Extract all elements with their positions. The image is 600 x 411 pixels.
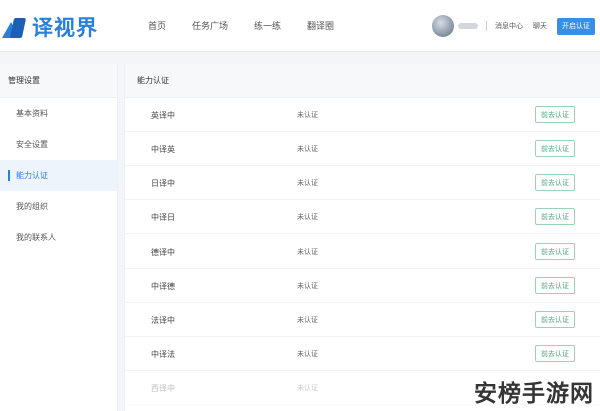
nav-item-task-square[interactable]: 任务广场 [192, 19, 228, 32]
status-text: 未认证 [297, 350, 318, 358]
message-center-link[interactable]: 消息中心 [495, 21, 523, 31]
user-area: 消息中心 聊天 开启认证 [432, 14, 595, 38]
language-pair: 中译日 [151, 213, 175, 222]
sidebar-item-label: 安全设置 [16, 140, 48, 149]
go-certify-button[interactable]: 前去认证 [535, 208, 575, 225]
chat-link[interactable]: 聊天 [533, 21, 547, 31]
nav-item-home[interactable]: 首页 [148, 19, 166, 32]
language-pair: 日译中 [151, 179, 175, 188]
sidebar-item-certification[interactable]: 能力认证 [0, 160, 117, 191]
status-text: 未认证 [297, 316, 318, 324]
table-row: 德译中 未认证 前去认证 [125, 235, 600, 269]
table-row: 法译中 未认证 前去认证 [125, 303, 600, 337]
sidebar-item-label: 基本资料 [16, 109, 48, 118]
language-pair: 德译中 [151, 248, 175, 257]
table-row: 日译中 未认证 前去认证 [125, 166, 600, 200]
sidebar-item-contacts[interactable]: 我的联系人 [0, 222, 117, 253]
sidebar-item-organization[interactable]: 我的组织 [0, 191, 117, 222]
status-text: 未认证 [297, 111, 318, 119]
main-nav: 首页 任务广场 练一练 翻译圈 [148, 19, 360, 32]
username-blurred [458, 23, 478, 29]
status-text: 未认证 [297, 145, 318, 153]
status-text: 未认证 [297, 248, 318, 256]
language-pair: 中译英 [151, 145, 175, 154]
go-certify-button[interactable]: 前去认证 [535, 345, 575, 362]
language-pair: 法译中 [151, 316, 175, 325]
nav-item-practice[interactable]: 练一练 [254, 19, 281, 32]
open-certification-button[interactable]: 开启认证 [557, 17, 595, 35]
logo-text: 译视界 [32, 16, 98, 40]
table-row: 中译日 未认证 前去认证 [125, 200, 600, 234]
go-certify-button[interactable]: 前去认证 [535, 277, 575, 294]
nav-item-translation-circle[interactable]: 翻译圈 [307, 19, 334, 32]
go-certify-button[interactable]: 前去认证 [535, 106, 575, 123]
sidebar-item-label: 我的组织 [16, 202, 48, 211]
logo[interactable]: 译视界 [2, 12, 98, 42]
top-bar: 译视界 首页 任务广场 练一练 翻译圈 消息中心 聊天 开启认证 [0, 0, 600, 52]
go-certify-button[interactable]: 前去认证 [535, 243, 575, 260]
table-row: 英译中 未认证 前去认证 [125, 98, 600, 132]
sidebar-item-label: 能力认证 [16, 171, 48, 180]
panel-title: 能力认证 [125, 64, 600, 98]
language-pair: 西译中 [151, 384, 175, 393]
status-text: 未认证 [297, 384, 318, 392]
go-certify-button[interactable]: 前去认证 [535, 174, 575, 191]
status-text: 未认证 [297, 179, 318, 187]
watermark: 安榜手游网 [474, 381, 594, 407]
status-text: 未认证 [297, 213, 318, 221]
table-row: 中译英 未认证 前去认证 [125, 132, 600, 166]
table-row: 中译法 未认证 前去认证 [125, 337, 600, 371]
sidebar-item-label: 我的联系人 [16, 233, 56, 242]
active-indicator [8, 170, 10, 181]
main-panel: 能力认证 英译中 未认证 前去认证 中译英 未认证 前去认证 日译中 未认证 前… [124, 64, 600, 411]
go-certify-button[interactable]: 前去认证 [535, 311, 575, 328]
status-text: 未认证 [297, 282, 318, 290]
sidebar-item-security[interactable]: 安全设置 [0, 129, 117, 160]
sidebar: 管理设置 基本资料 安全设置 能力认证 我的组织 我的联系人 [0, 64, 118, 411]
language-pair: 中译法 [151, 350, 175, 359]
divider [486, 21, 487, 31]
table-row: 中译德 未认证 前去认证 [125, 269, 600, 303]
go-certify-button[interactable]: 前去认证 [535, 140, 575, 157]
avatar[interactable] [432, 15, 454, 37]
language-pair: 中译德 [151, 282, 175, 291]
language-pair: 英译中 [151, 111, 175, 120]
sidebar-title: 管理设置 [0, 64, 117, 98]
logo-icon [2, 16, 28, 38]
sidebar-item-basic-info[interactable]: 基本资料 [0, 98, 117, 129]
